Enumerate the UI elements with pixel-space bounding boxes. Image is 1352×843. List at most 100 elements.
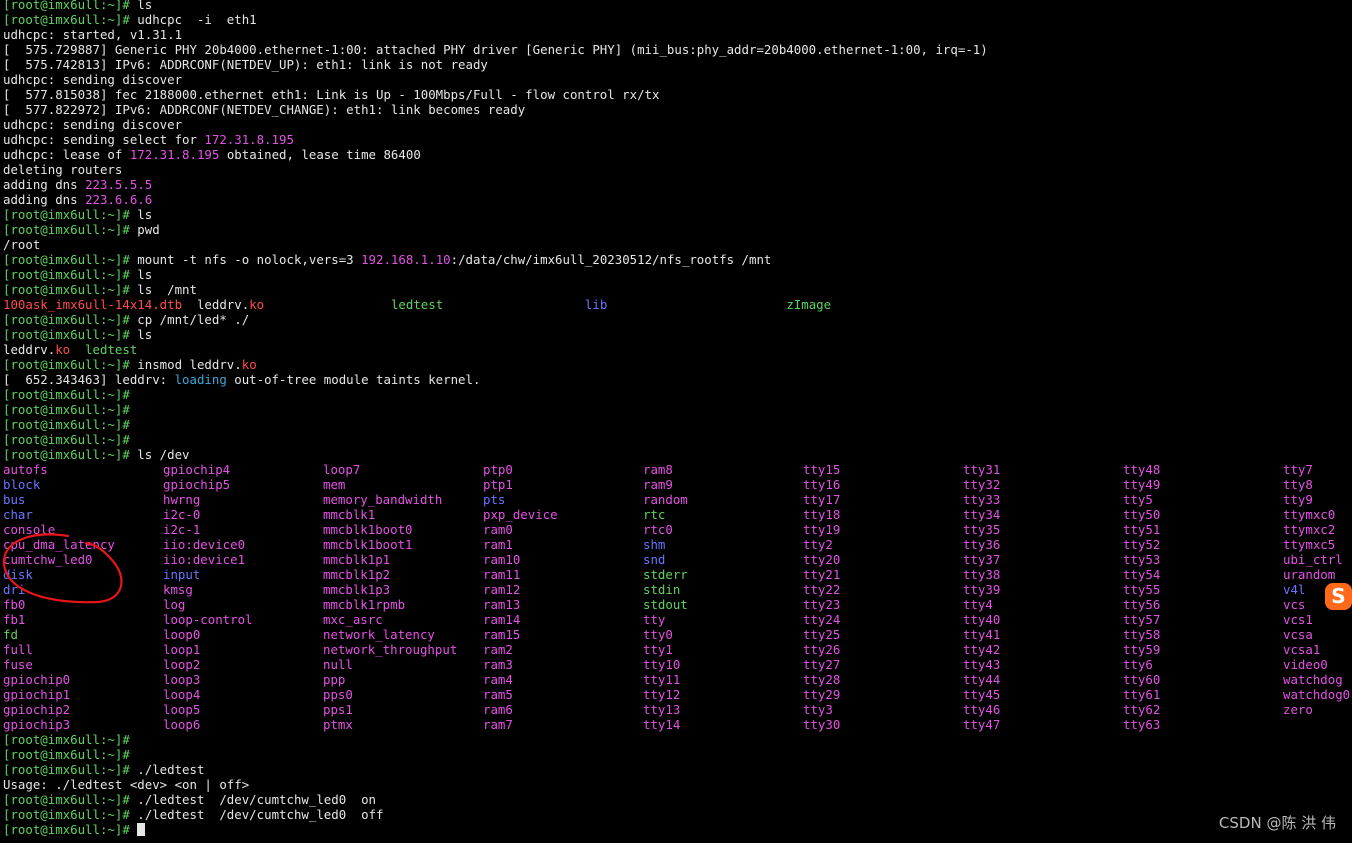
terminal-text: udhcpc -i eth1 [129, 12, 257, 27]
dev-entry: ram0 [483, 522, 513, 537]
dev-entry: rtc0 [643, 522, 673, 537]
dev-entry: tty61 [1123, 687, 1161, 702]
dev-entry: ram11 [483, 567, 521, 582]
dev-entry: tty54 [1123, 567, 1161, 582]
dev-entry: ram5 [483, 687, 513, 702]
dev-entry: tty8 [1283, 477, 1313, 492]
terminal-text: [ 577.815038] fec 2188000.ethernet eth1:… [3, 87, 660, 102]
shell-prompt: [root@imx6ull:~]# [3, 222, 130, 237]
terminal-text: ls /dev [129, 447, 190, 462]
dev-entry: tty51 [1123, 522, 1161, 537]
dev-entry: tty12 [643, 687, 681, 702]
dev-entry: log [163, 597, 186, 612]
dev-entry: ubi_ctrl [1283, 552, 1343, 567]
terminal-text: adding dns [3, 192, 86, 207]
terminal-line: [root@imx6ull:~]# ls [3, 207, 988, 222]
terminal-tail[interactable]: [root@imx6ull:~]# [root@imx6ull:~]# [root@… [3, 732, 383, 837]
dev-entry: tty31 [963, 462, 1001, 477]
text-cursor[interactable] [137, 823, 146, 836]
dev-entry: tty10 [643, 657, 681, 672]
terminal-line: udhcpc: sending discover [3, 72, 988, 87]
dev-entry: tty46 [963, 702, 1001, 717]
dev-entry: tty5 [1123, 492, 1153, 507]
terminal-text: lib [584, 297, 608, 312]
terminal-line: [ 577.815038] fec 2188000.ethernet eth1:… [3, 87, 988, 102]
terminal-line: [root@imx6ull:~]# ls [3, 0, 988, 12]
shell-prompt: [root@imx6ull:~]# [3, 207, 130, 222]
dev-entry: mmcblk1rpmb [323, 597, 406, 612]
dev-entry: tty14 [643, 717, 681, 732]
shell-prompt: [root@imx6ull:~]# [3, 447, 130, 462]
shell-prompt: [root@imx6ull:~]# [3, 807, 130, 822]
dev-entry: urandom [1283, 567, 1336, 582]
terminal-text: ./ledtest /dev/cumtchw_led0 off [129, 807, 384, 822]
dev-entry: ram13 [483, 597, 521, 612]
dev-column: tty31 tty32 tty33 tty34 tty35 tty36 tty37 tty38… [963, 462, 1000, 732]
terminal-text: obtained, lease time 86400 [219, 147, 421, 162]
shell-prompt: [root@imx6ull:~]# [3, 792, 130, 807]
dev-entry: gpiochip4 [163, 462, 231, 477]
shell-prompt: [root@imx6ull:~]# [3, 252, 130, 267]
dev-entry: stdout [643, 597, 688, 612]
dev-entry: ram8 [643, 462, 673, 477]
shell-prompt: [root@imx6ull:~]# [3, 417, 130, 432]
terminal-text: leddrv. [3, 342, 56, 357]
terminal-line: [root@imx6ull:~]# [3, 747, 383, 762]
dev-entry: tty36 [963, 537, 1001, 552]
dev-entry: network_throughput [323, 642, 458, 657]
shell-prompt: ledtest [390, 297, 444, 312]
terminal-line: udhcpc: lease of 172.31.8.195 obtained, … [3, 147, 988, 162]
dev-entry: autofs [3, 462, 48, 477]
terminal-text: cp /mnt/led* ./ [129, 312, 250, 327]
terminal-line: Usage: ./ledtest <dev> <on | off> [3, 777, 383, 792]
dev-entry: zero [1283, 702, 1313, 717]
terminal-line: adding dns 223.5.5.5 [3, 177, 988, 192]
dev-entry: mmcblk1p2 [323, 567, 391, 582]
dev-entry: tty34 [963, 507, 1001, 522]
terminal-text: insmod leddrv. [129, 357, 242, 372]
dev-entry: loop2 [163, 657, 201, 672]
dev-entry: ram12 [483, 582, 521, 597]
dev-entry: input [163, 567, 201, 582]
dev-entry: tty56 [1123, 597, 1161, 612]
dev-entry: ttymxc5 [1283, 537, 1336, 552]
terminal-text: [ 577.822972] IPv6: ADDRCONF(NETDEV_CHAN… [3, 102, 526, 117]
dev-entry: tty57 [1123, 612, 1161, 627]
dev-entry: ptmx [323, 717, 353, 732]
dev-entry: i2c-0 [163, 507, 201, 522]
dev-entry: tty25 [803, 627, 841, 642]
active-prompt-line[interactable]: [root@imx6ull:~]# [3, 822, 383, 837]
terminal-text: ls [129, 0, 153, 12]
terminal-text: udhcpc: sending discover [3, 72, 183, 87]
dev-entry: ptp0 [483, 462, 513, 477]
dev-entry: mmcblk1p1 [323, 552, 391, 567]
dev-entry: ram15 [483, 627, 521, 642]
dev-entry: loop-control [163, 612, 253, 627]
dev-entry: mem [323, 477, 346, 492]
terminal-line: [root@imx6ull:~]# ./ledtest [3, 762, 383, 777]
ime-sogou-icon[interactable]: S [1325, 583, 1352, 610]
dev-entry: tty44 [963, 672, 1001, 687]
terminal-line: deleting routers [3, 162, 988, 177]
shell-prompt: [root@imx6ull:~]# [3, 12, 130, 27]
shell-prompt: [root@imx6ull:~]# [3, 822, 130, 837]
dev-entry: loop1 [163, 642, 201, 657]
dev-entry: kmsg [163, 582, 193, 597]
dev-entry: watchdog0 [1283, 687, 1351, 702]
dev-entry: block [3, 477, 41, 492]
dev-column: ram8 ram9 random rtc rtc0 shm snd stderr stdin st… [643, 462, 688, 732]
dev-entry: tty15 [803, 462, 841, 477]
dev-entry: tty9 [1283, 492, 1313, 507]
dev-entry: tty20 [803, 552, 841, 567]
dev-entry: tty30 [803, 717, 841, 732]
dev-entry: loop4 [163, 687, 201, 702]
dev-entry: tty37 [963, 552, 1001, 567]
terminal-text: 223.5.5.5 [85, 177, 153, 192]
terminal-text: pwd [129, 222, 160, 237]
dev-entry: pxp_device [483, 507, 558, 522]
dev-entry: ttymxc0 [1283, 507, 1336, 522]
dev-entry: random [643, 492, 688, 507]
